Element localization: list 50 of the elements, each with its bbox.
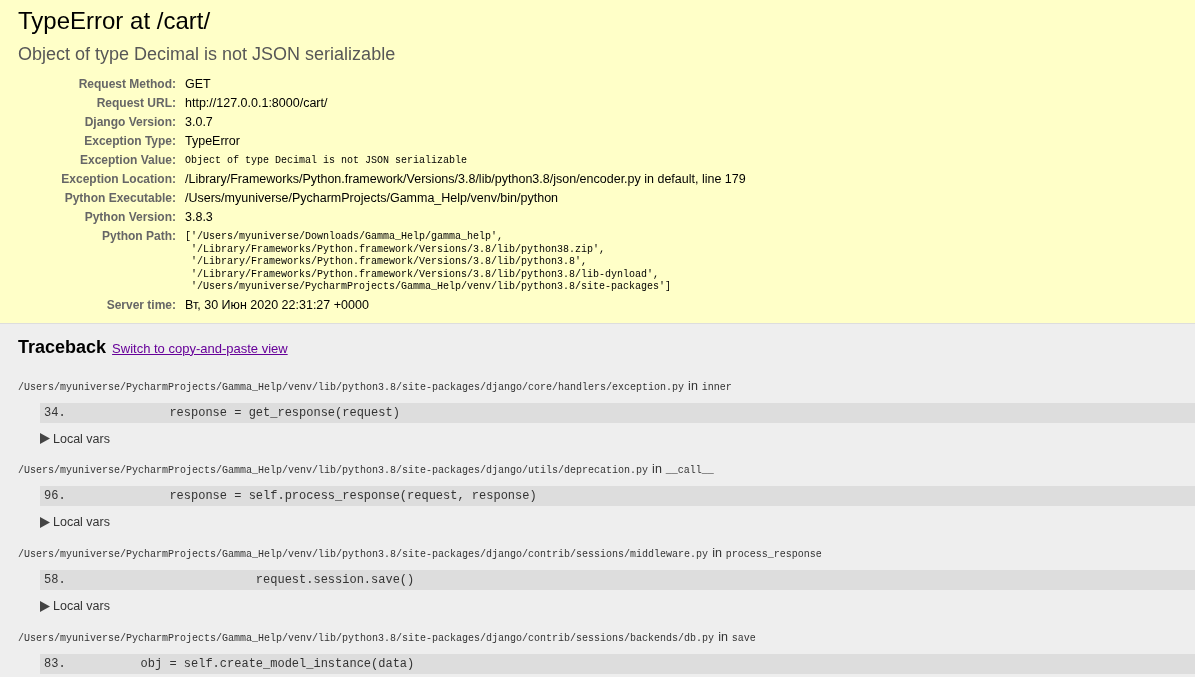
function-name: __call__ bbox=[665, 464, 714, 479]
error-title: TypeError at /cart/ bbox=[18, 6, 212, 36]
section-title: Traceback bbox=[18, 335, 107, 359]
meta-label: Django Version: bbox=[84, 115, 176, 129]
code-text: request.session.save() bbox=[254, 572, 415, 589]
function-name: save bbox=[731, 631, 756, 646]
line-number: 58. bbox=[43, 572, 67, 589]
code-text: obj = self.create_model_instance(data) bbox=[139, 655, 415, 673]
code-text: response = get_response(request) bbox=[168, 404, 400, 422]
triangle-icon bbox=[40, 433, 50, 445]
file-path: /Users/myuniverse/PycharmProjects/Gamma_Help/venv/lib/python3.8/site-packages/django/core/handlers/exception.py bbox=[18, 380, 685, 395]
local-vars-toggle[interactable]: Local vars bbox=[40, 597, 110, 616]
file-path: /Users/myuniverse/PycharmProjects/Gamma_Help/venv/lib/python3.8/site-packages/django/contrib/sessions/middleware.py bbox=[18, 548, 709, 562]
meta-label: Server time: bbox=[106, 297, 176, 312]
file-path: /Users/myuniverse/PycharmProjects/Gamma_Help/venv/lib/python3.8/site-packages/django/contrib/sessions/backends/db.py bbox=[18, 631, 715, 646]
local-vars-toggle[interactable]: Local vars bbox=[40, 429, 110, 449]
meta-label: Python Version: bbox=[84, 210, 176, 224]
meta-value: 3.8.3 bbox=[185, 210, 213, 224]
file-path: /Users/myuniverse/PycharmProjects/Gamma_Help/venv/lib/python3.8/site-packages/django/utils/deprecation.py bbox=[18, 464, 649, 479]
triangle-icon bbox=[40, 517, 50, 529]
meta-value: /Users/myuniverse/PycharmProjects/Gamma_Help/venv/bin/python bbox=[185, 191, 559, 205]
meta-value: 3.0.7 bbox=[185, 115, 213, 129]
meta-value: ['/Users/myuniverse/Downloads/Gamma_Help/gamma_help', '/Library/Frameworks/Python.framework/Versions/3.8/lib/python38.zip', '/Library/Frameworks/Python.framework/Versions/3.8/lib/python3.8', '/Library/Frameworks/Python.framework/Versions/3.8/lib/python3.8/lib-dynload', '/Users/myuniverse/PycharmProjects/Gamma_Help/venv/lib/python3.8/site-packages'] bbox=[185, 230, 673, 294]
meta-label: Python Executable: bbox=[64, 191, 176, 205]
local-vars-toggle[interactable]: Local vars bbox=[40, 513, 110, 532]
in-label: in bbox=[718, 628, 728, 646]
error-message: Object of type Decimal is not JSON serializable bbox=[18, 43, 397, 66]
in-label: in bbox=[688, 377, 698, 395]
meta-value: http://127.0.0.1:8000/cart/ bbox=[185, 96, 328, 110]
meta-value: Object of type Decimal is not JSON serializable bbox=[185, 154, 469, 168]
meta-label: Python Path: bbox=[102, 229, 176, 243]
meta-label: Request Method: bbox=[78, 77, 176, 91]
copy-paste-link[interactable]: Switch to copy-and-paste view bbox=[112, 338, 288, 358]
meta-value: TypeError bbox=[185, 134, 240, 148]
in-label: in bbox=[652, 461, 662, 479]
code-text: response = self.process_response(request, response) bbox=[168, 488, 537, 506]
line-number: 96. bbox=[43, 488, 67, 506]
line-number: 83. bbox=[43, 655, 67, 673]
meta-label: Exception Location: bbox=[61, 172, 176, 186]
triangle-icon bbox=[40, 600, 50, 612]
in-label: in bbox=[712, 545, 722, 562]
function-name: process_response bbox=[725, 548, 822, 562]
line-number: 34. bbox=[43, 404, 67, 422]
meta-value: Вт, 30 Июн 2020 22:31:27 +0000 bbox=[185, 297, 369, 312]
meta-label: Exception Type: bbox=[84, 134, 176, 148]
meta-label: Request URL: bbox=[96, 96, 176, 110]
meta-value: GET bbox=[185, 77, 211, 91]
meta-label: Exception Value: bbox=[79, 153, 176, 167]
function-name: inner bbox=[701, 380, 732, 395]
meta-value: /Library/Frameworks/Python.framework/Versions/3.8/lib/python3.8/json/encoder.py in default, line 179 bbox=[185, 172, 746, 186]
